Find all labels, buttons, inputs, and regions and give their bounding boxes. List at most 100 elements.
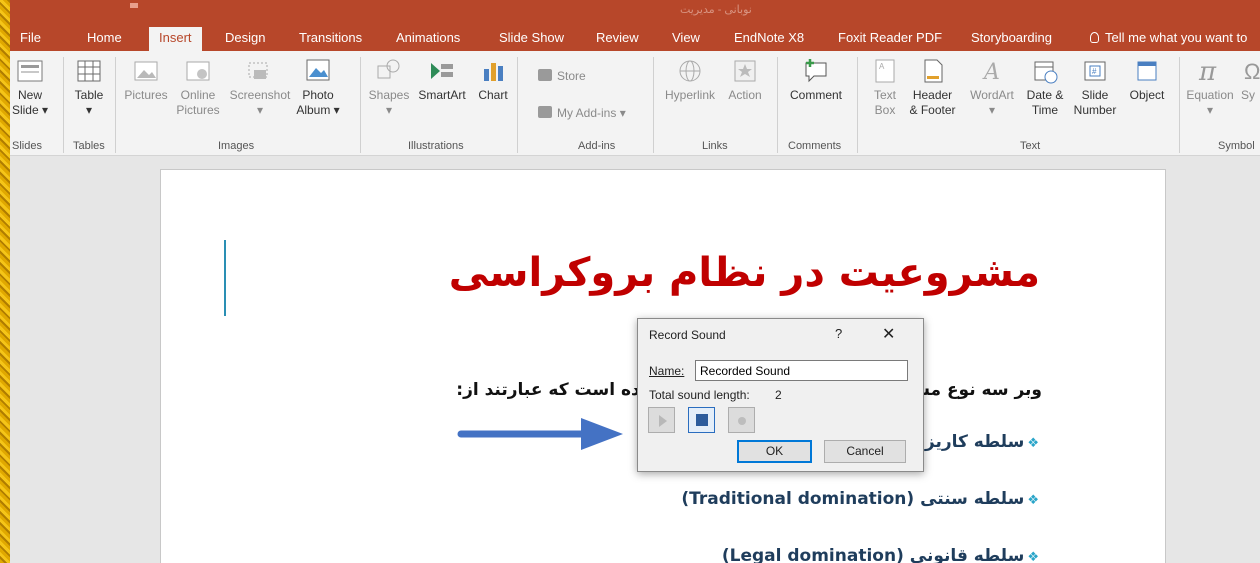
cancel-button[interactable]: Cancel [824, 440, 906, 463]
tab-foxit[interactable]: Foxit Reader PDF [838, 30, 942, 45]
new-slide-label-2: Slide [11, 103, 39, 117]
slide-number-button[interactable]: # Slide Number [1070, 57, 1120, 118]
hyperlink-icon [679, 60, 701, 82]
slide-title[interactable]: مشروعیت در نظام بروکراسی [449, 250, 1040, 296]
tab-file[interactable]: File [20, 30, 41, 45]
tell-me-search[interactable]: Tell me what you want to [1090, 30, 1247, 45]
text-cursor [224, 240, 226, 316]
screenshot-label: Screenshot [229, 88, 291, 102]
smartart-button[interactable]: SmartArt [412, 57, 472, 103]
smartart-icon [431, 63, 453, 79]
comment-button[interactable]: Comment [782, 57, 850, 103]
slide-number-label-2: Number [1073, 103, 1117, 117]
record-icon [738, 417, 746, 425]
new-slide-button[interactable]: New Slide ▾ [10, 57, 50, 118]
header-footer-button[interactable]: Header & Footer [905, 57, 960, 118]
action-label: Action [728, 88, 762, 102]
svg-text:Ω: Ω [1244, 59, 1260, 84]
equation-label: Equation [1186, 88, 1234, 102]
stop-button[interactable] [688, 407, 715, 433]
object-label: Object [1129, 88, 1165, 102]
pictures-icon [134, 61, 158, 81]
record-button[interactable] [728, 407, 755, 433]
group-tables-label: Tables [73, 140, 105, 152]
tab-endnote[interactable]: EndNote X8 [734, 30, 804, 45]
bullet-charismatic[interactable]: ❖سلطه کاریزما [908, 432, 1039, 452]
chart-button[interactable]: Chart [473, 57, 513, 103]
powerpoint-window: نوبانی - مدیریت File Home Insert Design … [10, 0, 1260, 563]
sound-length-value: 2 [775, 388, 782, 402]
svg-text:#: # [1092, 67, 1097, 76]
tab-review[interactable]: Review [596, 30, 639, 45]
equation-button[interactable]: π Equation ▾ [1180, 57, 1240, 118]
title-bar: نوبانی - مدیریت [10, 0, 1260, 25]
tab-storyboarding[interactable]: Storyboarding [971, 30, 1052, 45]
pi-icon: π [1198, 57, 1217, 85]
online-pictures-label-2: Pictures [176, 103, 220, 117]
tell-me-text: Tell me what you want to [1105, 30, 1248, 45]
slide-number-label: Slide [1081, 88, 1109, 102]
hyperlink-button[interactable]: Hyperlink [660, 57, 720, 103]
table-icon [77, 60, 101, 82]
action-button[interactable]: Action [722, 57, 768, 103]
store-button[interactable]: Store [538, 69, 586, 83]
bullet-diamond-icon: ❖ [1027, 550, 1039, 563]
my-addins-icon [538, 106, 552, 118]
group-slides-label: Slides [12, 140, 42, 152]
screenshot-button[interactable]: Screenshot ▾ [225, 57, 295, 118]
tab-slide-show[interactable]: Slide Show [499, 30, 564, 45]
ribbon-tabs: File Home Insert Design Transitions Anim… [10, 25, 1260, 51]
stop-icon [696, 414, 708, 426]
shapes-button[interactable]: Shapes ▾ [366, 57, 412, 118]
tab-view[interactable]: View [672, 30, 700, 45]
photo-album-button[interactable]: Photo Album ▾ [294, 57, 342, 118]
tab-animations[interactable]: Animations [396, 30, 460, 45]
chart-label: Chart [478, 88, 508, 102]
online-pictures-label: Online [180, 88, 216, 102]
comment-label: Comment [789, 88, 842, 102]
tab-design[interactable]: Design [225, 30, 265, 45]
shapes-label: Shapes [368, 88, 410, 102]
table-button[interactable]: Table ▾ [68, 57, 110, 118]
shapes-icon [377, 59, 400, 79]
text-box-label: Text [873, 88, 896, 102]
group-separator [653, 57, 654, 153]
group-illustrations-label: Illustrations [408, 140, 464, 152]
tab-transitions[interactable]: Transitions [299, 30, 362, 45]
record-sound-dialog: Record Sound ? ✕ Name: Total sound lengt… [637, 318, 924, 472]
bullet-legal[interactable]: ❖سلطه قانونی (Legal domination) [722, 546, 1039, 563]
ok-button[interactable]: OK [737, 440, 812, 463]
bullet-traditional[interactable]: ❖سلطه سنتی (Traditional domination) [681, 489, 1039, 509]
group-comments-label: Comments [788, 140, 842, 152]
outer-border [0, 0, 10, 563]
my-addins-button[interactable]: My Add-ins ▾ [538, 106, 626, 120]
help-icon[interactable]: ? [835, 326, 842, 341]
play-button[interactable] [648, 407, 675, 433]
tab-insert[interactable]: Insert [149, 27, 202, 51]
group-separator [857, 57, 858, 153]
pictures-button[interactable]: Pictures [120, 57, 172, 103]
group-separator [777, 57, 778, 153]
name-input[interactable] [695, 360, 908, 381]
object-button[interactable]: Object [1120, 57, 1174, 103]
close-icon[interactable]: ✕ [882, 324, 895, 344]
header-footer-label: Header [912, 88, 953, 102]
photo-album-icon [306, 59, 330, 81]
symbol-button[interactable]: Ω Sy [1241, 57, 1260, 103]
group-separator [360, 57, 361, 153]
group-symbols-label: Symbol [1218, 140, 1255, 152]
action-icon [734, 60, 756, 82]
text-box-button[interactable]: A Text Box [866, 57, 904, 118]
omega-icon: Ω [1244, 59, 1260, 84]
tab-home[interactable]: Home [87, 30, 122, 45]
hyperlink-label: Hyperlink [664, 88, 715, 102]
date-time-button[interactable]: Date & Time [1021, 57, 1069, 118]
photo-album-label: Photo [302, 88, 334, 102]
quick-access-icon[interactable] [130, 3, 138, 8]
wordart-label: WordArt [970, 88, 1014, 102]
lightbulb-icon [1090, 32, 1099, 43]
slide-workspace: مشروعیت در نظام بروکراسی وبر سه نوع مشر … [10, 157, 1260, 563]
online-pictures-button[interactable]: Online Pictures [173, 57, 223, 118]
svg-text:A: A [879, 62, 885, 71]
wordart-button[interactable]: A WordArt ▾ [963, 57, 1021, 118]
